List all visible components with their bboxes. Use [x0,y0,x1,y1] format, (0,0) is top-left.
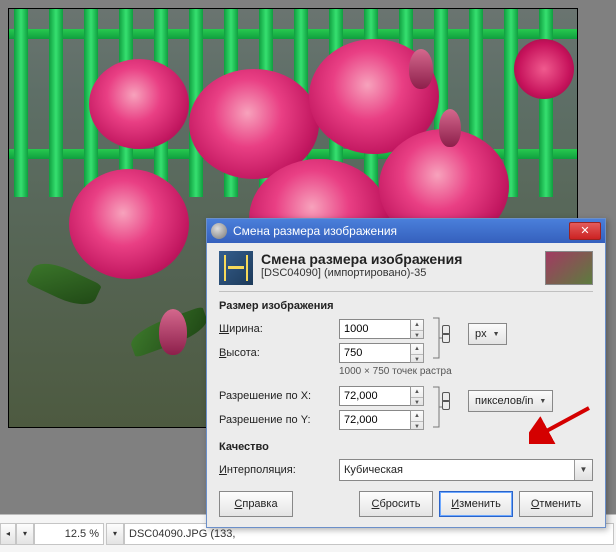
width-spinner[interactable]: ▲▼ [410,319,424,339]
reset-button[interactable]: Сбросить [359,491,433,517]
interpolation-combo[interactable]: Кубическая ▼ [339,459,593,481]
res-y-label: Разрешение по Y: [219,414,339,426]
status-menu-button[interactable]: ▾ [16,523,34,545]
res-x-spinner[interactable]: ▲▼ [410,386,424,406]
res-y-spinner[interactable]: ▲▼ [410,410,424,430]
size-unit-dropdown[interactable]: px [468,323,507,345]
dialog-title: Смена размера изображения [233,224,569,238]
help-button[interactable]: Справка [219,491,293,517]
dialog-heading: Смена размера изображения [261,251,545,267]
chain-link-icon[interactable] [438,325,452,343]
section-quality-title: Качество [219,441,593,453]
apply-button[interactable]: Изменить [439,491,513,517]
cancel-button[interactable]: Отменить [519,491,593,517]
zoom-field[interactable]: 12.5 % [34,523,104,545]
res-y-input[interactable] [339,410,411,430]
dialog-titlebar[interactable]: Смена размера изображения ✕ [207,219,605,243]
height-spinner[interactable]: ▲▼ [410,343,424,363]
width-input[interactable] [339,319,411,339]
chevron-down-icon: ▼ [574,460,592,480]
height-input[interactable] [339,343,411,363]
scale-image-dialog: Смена размера изображения ✕ Смена размер… [206,218,606,528]
image-thumbnail [545,251,593,285]
height-label: Высота: [219,347,339,359]
interpolation-label: Интерполяция: [219,464,339,476]
res-x-input[interactable] [339,386,411,406]
dialog-subtitle: [DSC04090] (импортировано)-35 [261,267,545,279]
status-prev-button[interactable]: ◂ [0,523,16,545]
close-button[interactable]: ✕ [569,222,601,240]
scale-icon [219,251,253,285]
res-x-label: Разрешение по X: [219,390,339,402]
app-icon [211,223,227,239]
section-size-title: Размер изображения [219,300,593,312]
width-label: Ширина: [219,323,339,335]
zoom-dropdown-button[interactable]: ▾ [106,523,124,545]
chain-link-icon[interactable] [438,392,452,410]
raster-hint: 1000 × 750 точек растра [339,366,593,377]
res-unit-dropdown[interactable]: пикселов/in [468,390,553,412]
